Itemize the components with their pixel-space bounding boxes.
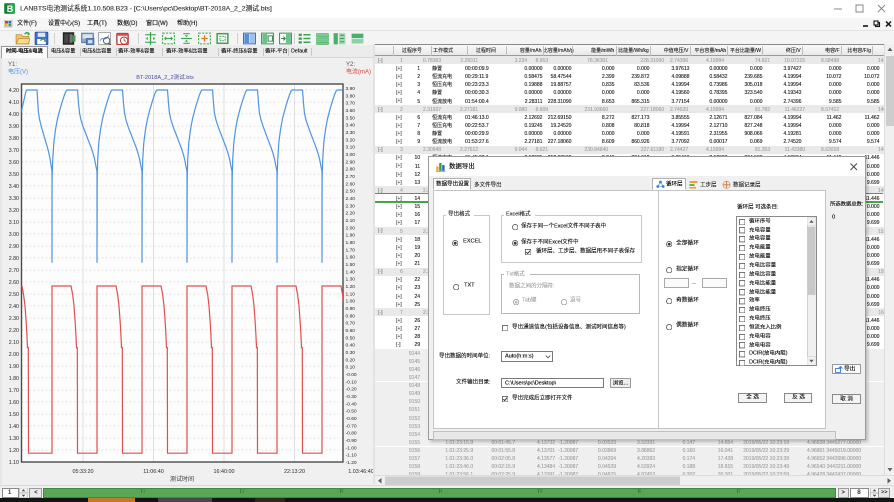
svg-text:Y2:: Y2: (346, 62, 355, 68)
svg-text:2.90: 2.90 (346, 159, 356, 165)
svg-text:3.00: 3.00 (346, 152, 356, 158)
svg-text:2.30: 2.30 (9, 316, 19, 322)
svg-text:3.20: 3.20 (346, 137, 356, 143)
svg-text:4.10: 4.10 (9, 100, 19, 106)
svg-text:4.20: 4.20 (9, 88, 19, 94)
svg-text:1.60: 1.60 (346, 255, 356, 261)
svg-text:3.80: 3.80 (346, 93, 356, 99)
svg-text:-0.20: -0.20 (346, 387, 357, 393)
svg-text:BT-2018A_2_2测试.bts: BT-2018A_2_2测试.bts (136, 73, 194, 81)
svg-text:3.80: 3.80 (9, 136, 19, 142)
svg-text:1.50: 1.50 (346, 262, 356, 268)
svg-text:1.00: 1.00 (346, 299, 356, 305)
svg-text:2.60: 2.60 (9, 280, 19, 286)
svg-text:2.50: 2.50 (346, 189, 356, 195)
svg-text:-0.10: -0.10 (346, 379, 357, 385)
svg-text:测试时间: 测试时间 (170, 475, 194, 483)
svg-text:1.90: 1.90 (346, 233, 356, 239)
svg-text:2.50: 2.50 (9, 292, 19, 298)
svg-text:-0.30: -0.30 (346, 394, 357, 400)
svg-text:1.60: 1.60 (9, 400, 19, 406)
svg-text:3.30: 3.30 (9, 196, 19, 202)
svg-text:2.40: 2.40 (9, 304, 19, 310)
svg-text:2.00: 2.00 (346, 225, 356, 231)
svg-text:3.60: 3.60 (9, 160, 19, 166)
svg-text:3.40: 3.40 (346, 123, 356, 129)
svg-text:3.40: 3.40 (9, 184, 19, 190)
svg-text:1.30: 1.30 (9, 436, 19, 442)
svg-text:2.10: 2.10 (346, 218, 356, 224)
svg-text:1.40: 1.40 (346, 269, 356, 275)
svg-text:1.90: 1.90 (9, 364, 19, 370)
svg-text:1.03:46:40: 1.03:46:40 (348, 469, 373, 475)
svg-text:3.30: 3.30 (346, 130, 356, 136)
svg-text:电压(V): 电压(V) (8, 68, 28, 76)
svg-text:0.90: 0.90 (346, 306, 356, 312)
svg-text:0.40: 0.40 (346, 343, 356, 349)
svg-text:Y1:: Y1: (8, 62, 17, 68)
svg-text:1.30: 1.30 (346, 277, 356, 283)
svg-text:2.30: 2.30 (346, 203, 356, 209)
svg-text:-0.90: -0.90 (346, 438, 357, 444)
svg-text:2.90: 2.90 (9, 244, 19, 250)
svg-text:2.70: 2.70 (346, 174, 356, 180)
svg-text:4.00: 4.00 (9, 112, 19, 118)
svg-text:3.90: 3.90 (9, 124, 19, 130)
svg-text:2.00: 2.00 (9, 352, 19, 358)
svg-text:-0.00: -0.00 (346, 372, 357, 378)
svg-text:3.50: 3.50 (346, 115, 356, 121)
svg-text:2.80: 2.80 (346, 167, 356, 173)
svg-text:B: B (7, 4, 14, 14)
svg-text:3.10: 3.10 (346, 145, 356, 151)
svg-text:1.80: 1.80 (346, 240, 356, 246)
svg-text:0.10: 0.10 (346, 365, 356, 371)
svg-text:0.30: 0.30 (346, 350, 356, 356)
svg-text:2.10: 2.10 (9, 340, 19, 346)
svg-text:2.70: 2.70 (9, 268, 19, 274)
svg-text:1.80: 1.80 (9, 376, 19, 382)
svg-text:3.60: 3.60 (346, 108, 356, 114)
svg-text:2.20: 2.20 (346, 211, 356, 217)
svg-text:11:06:40: 11:06:40 (143, 469, 164, 475)
svg-text:1.20: 1.20 (9, 448, 19, 454)
svg-text:05:33:20: 05:33:20 (73, 469, 94, 475)
svg-text:0.70: 0.70 (346, 321, 356, 327)
svg-text:3.90: 3.90 (346, 86, 356, 92)
svg-text:-0.40: -0.40 (346, 401, 357, 407)
svg-text:3.50: 3.50 (9, 172, 19, 178)
svg-text:22:13:20: 22:13:20 (284, 469, 305, 475)
svg-text:2.60: 2.60 (346, 181, 356, 187)
svg-text:-1.00: -1.00 (346, 445, 357, 451)
svg-text:-1.20: -1.20 (346, 460, 357, 466)
svg-text:-0.70: -0.70 (346, 423, 357, 429)
svg-text:3.70: 3.70 (9, 148, 19, 154)
svg-text:3.10: 3.10 (9, 220, 19, 226)
svg-text:16:40:00: 16:40:00 (214, 469, 235, 475)
svg-text:-1.10: -1.10 (346, 453, 357, 459)
svg-text:1.70: 1.70 (9, 388, 19, 394)
svg-text:3.70: 3.70 (346, 101, 356, 107)
svg-text:1.20: 1.20 (346, 284, 356, 290)
svg-text:0.80: 0.80 (346, 313, 356, 319)
svg-text:0.50: 0.50 (346, 335, 356, 341)
svg-text:3.00: 3.00 (9, 232, 19, 238)
svg-text:1.70: 1.70 (346, 247, 356, 253)
svg-text:-0.60: -0.60 (346, 416, 357, 422)
svg-text:2.80: 2.80 (9, 256, 19, 262)
svg-text:-0.50: -0.50 (346, 409, 357, 415)
svg-text:1.10: 1.10 (346, 291, 356, 297)
svg-text:-0.80: -0.80 (346, 431, 357, 437)
svg-text:电流(mA): 电流(mA) (346, 68, 371, 76)
svg-text:0.60: 0.60 (346, 328, 356, 334)
svg-text:1.50: 1.50 (9, 412, 19, 418)
svg-text:1.40: 1.40 (9, 424, 19, 430)
svg-text:0.20: 0.20 (346, 357, 356, 363)
svg-text:3.20: 3.20 (9, 208, 19, 214)
svg-text:2.40: 2.40 (346, 196, 356, 202)
svg-text:2.20: 2.20 (9, 328, 19, 334)
svg-text:1.10: 1.10 (9, 460, 19, 466)
